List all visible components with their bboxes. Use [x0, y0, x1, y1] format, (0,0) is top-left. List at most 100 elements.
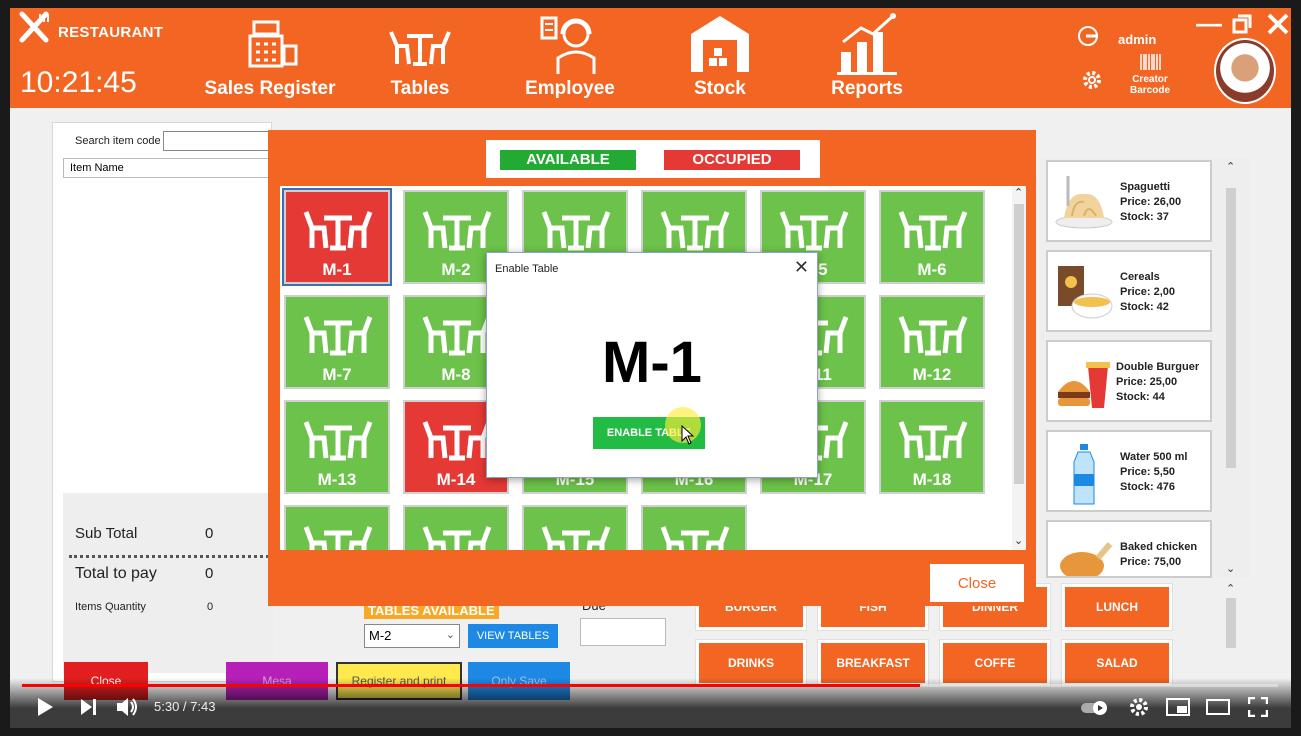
status-legend: AVAILABLE OCCUPIED — [486, 140, 820, 178]
product-price: Price: 75,00 — [1120, 556, 1182, 568]
tables-icon — [370, 26, 470, 70]
product-price: Price: 26,00 — [1120, 196, 1182, 208]
product-info: Baked chicken Price: 75,00 — [1120, 540, 1197, 570]
clock: 10:21:45 — [20, 66, 137, 99]
product-price: Price: 5,50 — [1120, 466, 1176, 478]
category-scroll-up-icon[interactable]: ⌃ — [1226, 582, 1235, 595]
modal-close-icon[interactable]: ✕ — [794, 257, 809, 278]
cash-register-icon — [200, 16, 340, 76]
nav-label: Sales Register — [204, 78, 336, 99]
close-icon[interactable] — [1266, 12, 1290, 41]
table-tile-m-19[interactable]: M-19 — [284, 505, 390, 550]
nav-label: Employee — [525, 78, 615, 99]
subtotal-label: Sub Total — [75, 525, 138, 542]
next-icon[interactable] — [80, 698, 98, 721]
product-card[interactable]: Water 500 ml Price: 5,50 Stock: 476 — [1046, 430, 1212, 512]
fork-knife-icon — [16, 10, 52, 46]
barcode-button[interactable]: Creator Barcode — [1120, 52, 1180, 102]
chicken-icon — [1054, 532, 1114, 576]
due-input[interactable] — [580, 618, 666, 646]
product-name: Water 500 ml — [1120, 451, 1188, 463]
product-card[interactable]: Baked chicken Price: 75,00 — [1046, 520, 1212, 578]
product-stock: Stock: 476 — [1120, 481, 1176, 493]
table-tile-m-13[interactable]: M-13 — [284, 400, 390, 494]
item-name-column-header[interactable]: Item Name — [63, 158, 273, 178]
nav-reports[interactable]: Reports — [822, 8, 912, 108]
table-tile-m-20[interactable]: M-20 — [403, 505, 509, 550]
product-stock: Stock: 42 — [1120, 301, 1169, 313]
total-value: 0 — [205, 565, 214, 582]
spaghetti-icon — [1054, 172, 1114, 232]
product-stock: Stock: 44 — [1116, 391, 1165, 403]
app-header: RESTAURANT 10:21:45 Sales Register Table… — [10, 8, 1291, 108]
volume-icon[interactable] — [116, 696, 140, 723]
nav-employee[interactable]: Employee — [510, 8, 630, 108]
close-tables-button[interactable]: Close — [930, 564, 1024, 602]
fullscreen-icon[interactable] — [1247, 696, 1269, 722]
totals-box: Sub Total 0 Total to pay 0 Items Quantit… — [63, 493, 273, 673]
app-name: RESTAURANT — [58, 24, 164, 41]
product-price: Price: 25,00 — [1116, 376, 1178, 388]
tables-scrollbar[interactable] — [1014, 204, 1024, 484]
table-tile-m-7[interactable]: M-7 — [284, 295, 390, 389]
table-tile-m-22[interactable]: M-22 — [641, 505, 747, 550]
nav-label: Stock — [694, 78, 746, 99]
mouse-cursor-icon — [681, 424, 695, 450]
table-label: M-13 — [317, 470, 357, 489]
tables-scroll-up-icon[interactable]: ⌃ — [1014, 186, 1023, 199]
nav-sales-register[interactable]: Sales Register — [200, 8, 340, 108]
progress-bar[interactable] — [22, 684, 921, 687]
items-quantity-value: 0 — [207, 601, 214, 613]
product-card[interactable]: Spaguetti Price: 26,00 Stock: 37 — [1046, 160, 1212, 242]
table-tile-m-18[interactable]: M-18 — [879, 400, 985, 494]
minimize-icon[interactable]: — — [1196, 8, 1222, 39]
modal-title: Enable Table — [495, 263, 559, 275]
miniplayer-icon[interactable] — [1166, 698, 1190, 721]
legend-occupied: OCCUPIED — [664, 150, 800, 170]
category-scrollbar[interactable] — [1226, 598, 1236, 648]
tables-select[interactable]: M-2 ⌄ — [364, 624, 460, 648]
table-tile-m-1[interactable]: M-1 — [282, 188, 392, 286]
nav-label: Reports — [831, 78, 903, 99]
logout-icon[interactable] — [1076, 24, 1100, 53]
autoplay-toggle-icon[interactable] — [1080, 700, 1110, 721]
play-icon[interactable] — [36, 697, 54, 722]
items-quantity-label: Items Quantity — [75, 601, 146, 613]
table-tile-m-12[interactable]: M-12 — [879, 295, 985, 389]
theater-mode-icon[interactable] — [1206, 699, 1230, 720]
nav-tables[interactable]: Tables — [370, 8, 470, 108]
product-info: Double Burguer Price: 25,00 Stock: 44 — [1116, 360, 1199, 405]
product-stock: Stock: 37 — [1120, 211, 1169, 223]
tables-scroll-down-icon[interactable]: ⌄ — [1014, 534, 1023, 547]
product-info: Water 500 ml Price: 5,50 Stock: 476 — [1120, 450, 1187, 495]
table-tile-m-6[interactable]: M-6 — [879, 190, 985, 284]
search-label: Search item code — [75, 135, 161, 147]
username: admin — [1118, 32, 1157, 47]
table-tile-m-21[interactable]: M-21 — [522, 505, 628, 550]
scroll-up-icon[interactable]: ⌃ — [1226, 160, 1235, 173]
nav-stock[interactable]: Stock — [678, 8, 762, 108]
view-tables-button[interactable]: VIEW TABLES — [468, 624, 558, 648]
product-card[interactable]: Cereals Price: 2,00 Stock: 42 — [1046, 250, 1212, 332]
maximize-icon[interactable] — [1232, 14, 1252, 39]
product-card[interactable]: Double Burguer Price: 25,00 Stock: 44 — [1046, 340, 1212, 422]
category-lunch[interactable]: LUNCH — [1061, 583, 1173, 631]
gear-icon[interactable] — [1080, 68, 1104, 97]
scroll-down-icon[interactable]: ⌄ — [1226, 562, 1235, 575]
sales-panel: Search item code Item Name Sub Total 0 T… — [52, 122, 273, 682]
product-price: Price: 2,00 — [1120, 286, 1176, 298]
products-scrollbar[interactable] — [1226, 188, 1236, 468]
tables-select-value: M-2 — [369, 628, 392, 643]
table-label: M-7 — [322, 365, 352, 384]
chevron-down-icon: ⌄ — [445, 629, 455, 641]
product-name: Spaguetti — [1120, 181, 1171, 193]
legend-available: AVAILABLE — [500, 150, 636, 170]
search-input[interactable] — [163, 131, 273, 151]
barcode-icon — [1140, 54, 1162, 75]
product-info: Cereals Price: 2,00 Stock: 42 — [1120, 270, 1175, 315]
product-name: Double Burguer — [1116, 361, 1200, 373]
burger-icon — [1054, 352, 1114, 412]
settings-icon[interactable] — [1128, 696, 1150, 723]
subtotal-value: 0 — [205, 525, 214, 542]
warehouse-icon — [678, 12, 762, 74]
